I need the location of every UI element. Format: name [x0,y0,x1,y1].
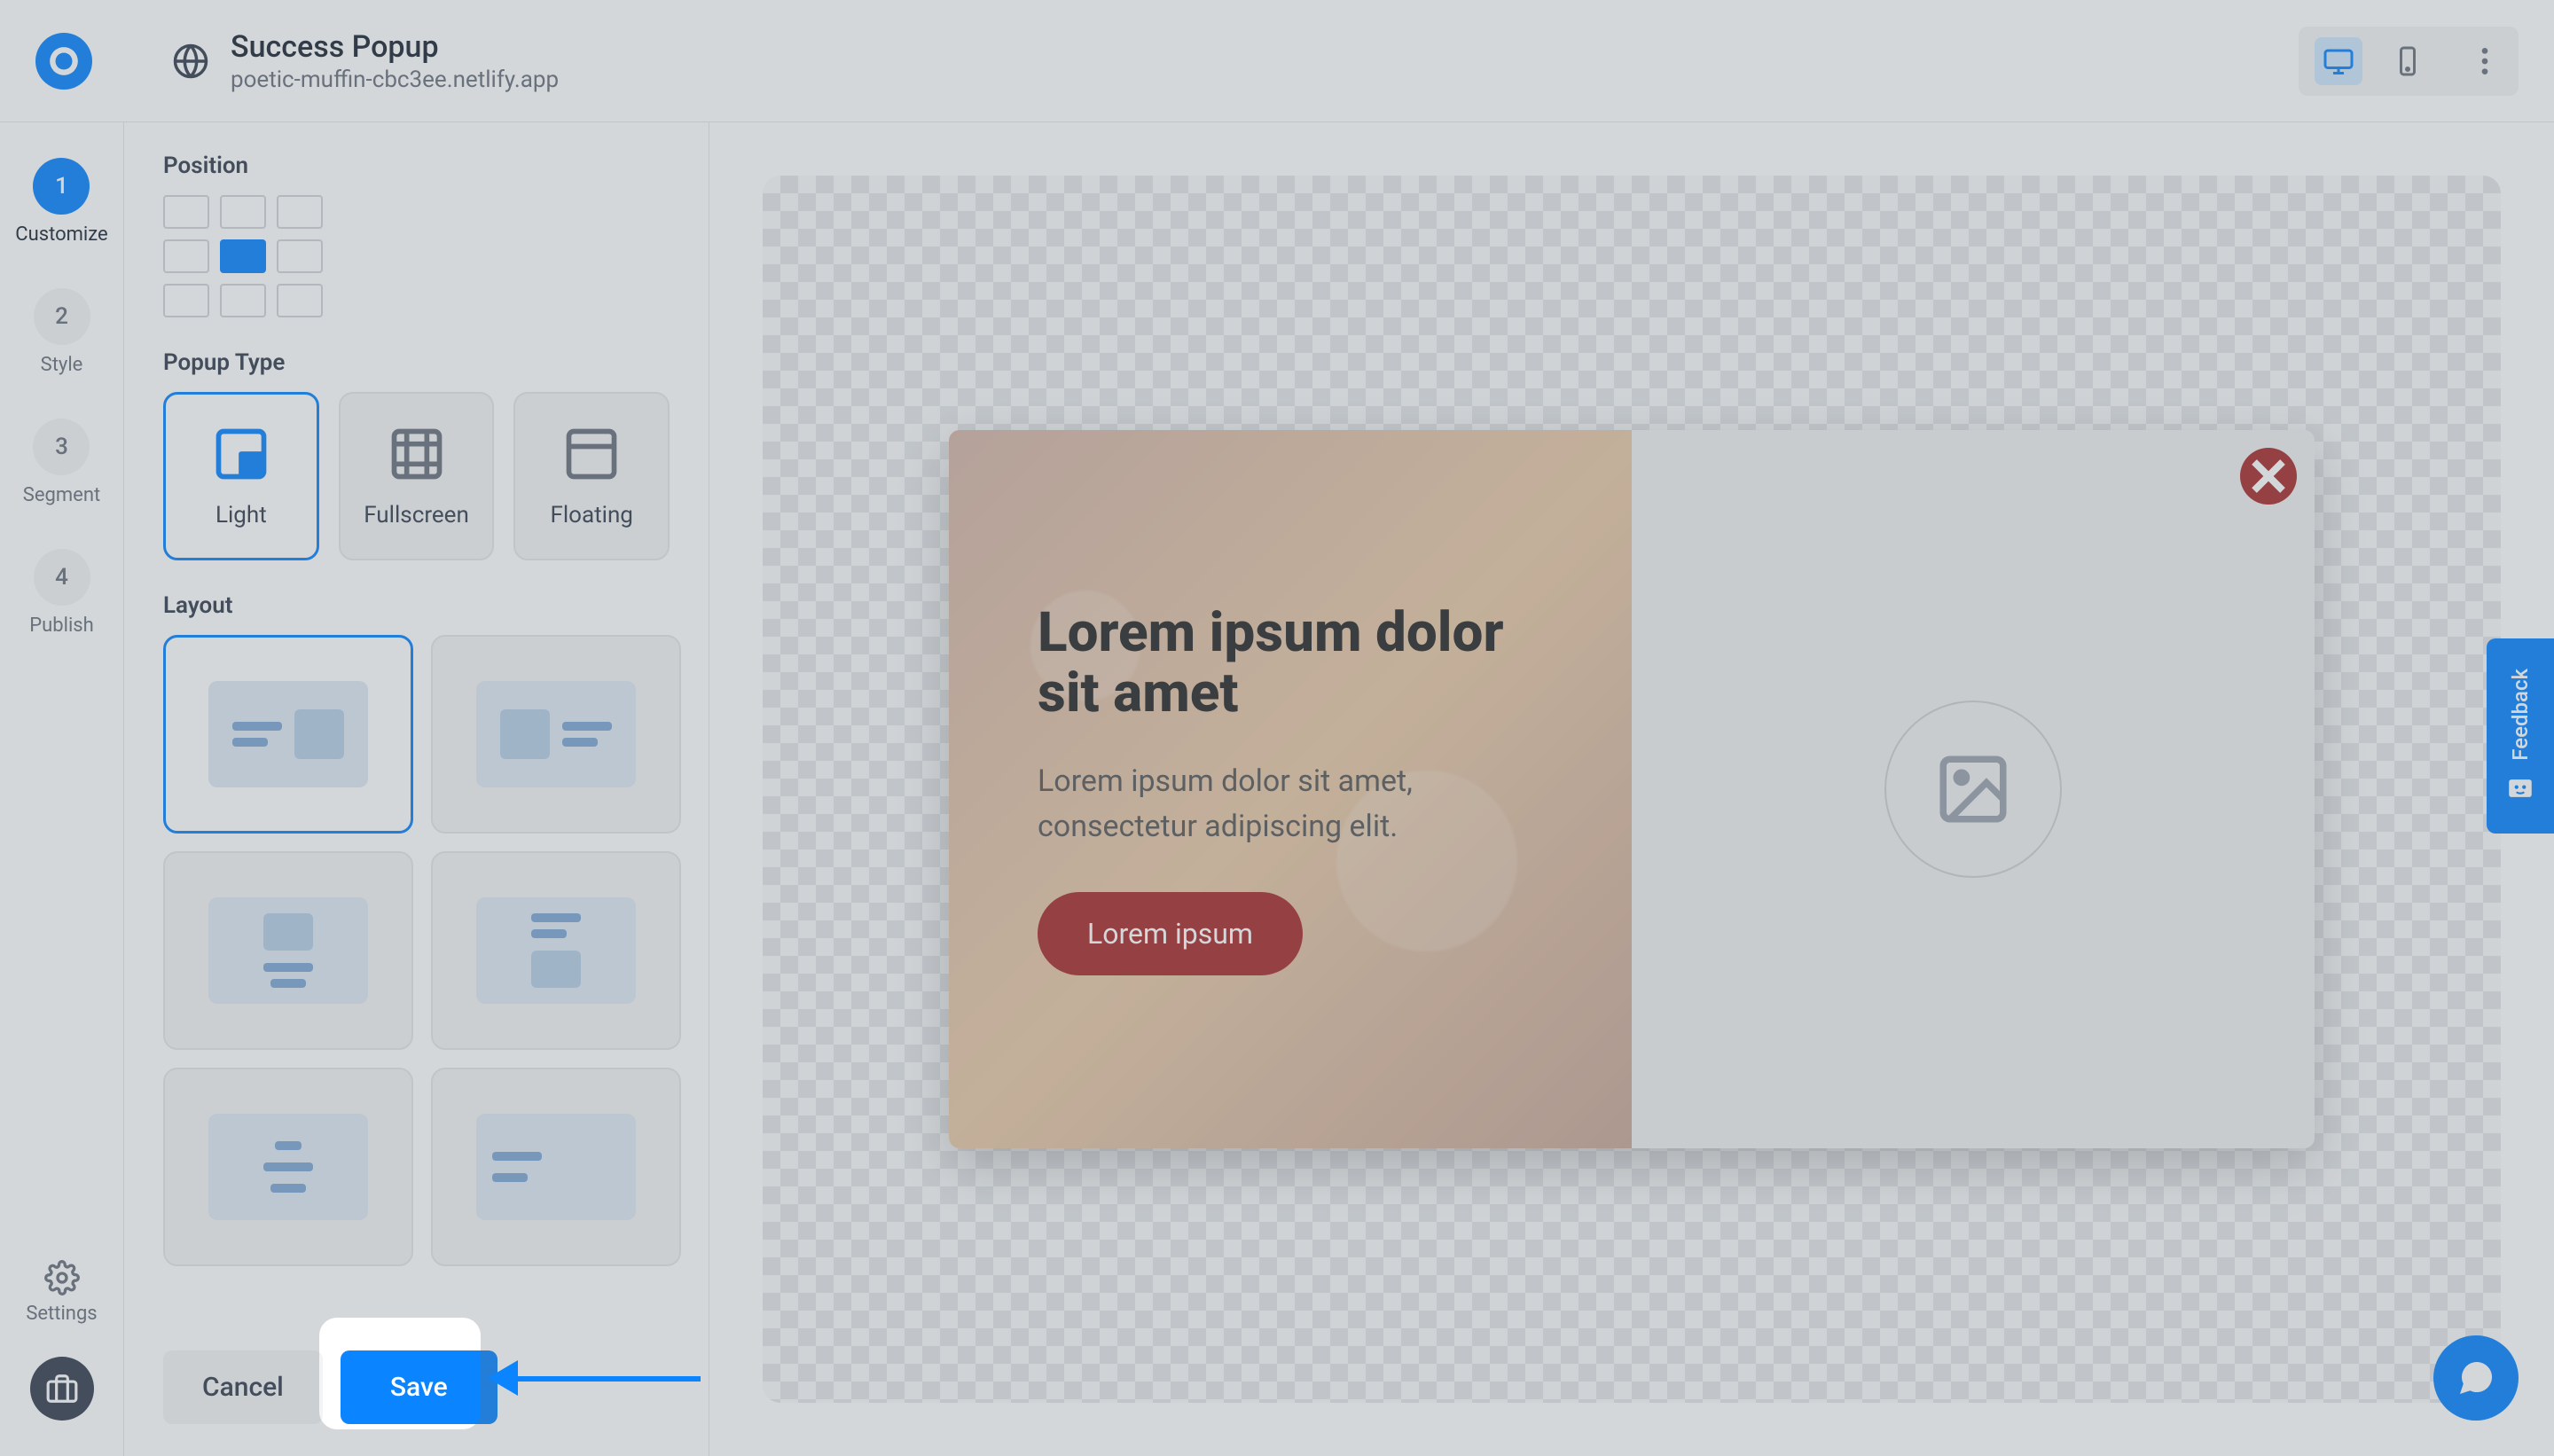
position-cell-bc[interactable] [220,284,266,317]
device-mobile-button[interactable] [2384,37,2432,85]
page-title: Success Popup [231,29,559,65]
header-titles: Success Popup poetic-muffin-cbc3ee.netli… [231,29,559,93]
feedback-tab[interactable]: Feedback [2487,638,2554,834]
step-label: Customize [15,223,107,246]
layout-preview-icon [208,681,368,787]
close-icon [2240,448,2297,505]
step-label: Segment [23,484,100,506]
preview-canvas: Lorem ipsum dolor sit amet Lorem ipsum d… [709,122,2554,1456]
step-style[interactable]: 2 Style [34,288,90,376]
layout-option-4[interactable] [431,851,681,1050]
briefcase-icon [45,1372,79,1405]
cancel-button[interactable]: Cancel [163,1350,323,1424]
fullscreen-type-icon [387,424,447,484]
popup-type-floating[interactable]: Floating [513,392,670,560]
layout-grid [163,635,670,1266]
popup-type-light[interactable]: Light [163,392,319,560]
layout-option-6[interactable] [431,1068,681,1266]
position-cell-ml[interactable] [163,239,209,273]
popup-title: Lorem ipsum dolor sit amet [1038,603,1543,724]
page-subtitle: poetic-muffin-cbc3ee.netlify.app [231,67,559,93]
save-button[interactable]: Save [341,1350,497,1424]
logo-icon [47,44,81,78]
layout-preview-icon [476,681,636,787]
type-label: Light [215,502,267,528]
popup-type-section-label: Popup Type [163,349,670,376]
position-grid [163,195,670,317]
position-section-label: Position [163,153,670,179]
layout-preview-icon [208,1114,368,1220]
popup-cta-button[interactable]: Lorem ipsum [1038,892,1303,975]
layout-preview-icon [476,897,636,1004]
layout-option-2[interactable] [431,635,681,834]
left-rail: 1 Customize 2 Style 3 Segment 4 Publish … [0,122,124,1456]
layout-section-label: Layout [163,592,670,619]
settings-button[interactable]: Settings [26,1260,97,1325]
position-cell-bl[interactable] [163,284,209,317]
step-segment[interactable]: 3 Segment [23,419,100,506]
popup-close-button[interactable] [2240,448,2297,505]
layout-option-5[interactable] [163,1068,413,1266]
chat-icon [2455,1357,2497,1399]
mobile-icon [2392,45,2424,77]
config-sidebar: Position Popup Type Light Fullscreen Flo… [124,122,709,1456]
rail-bottom: Settings [26,1260,97,1456]
popup-right-panel [1632,430,2315,1148]
feedback-label: Feedback [2508,669,2533,761]
position-cell-tc[interactable] [220,195,266,229]
image-placeholder [1884,701,2062,878]
chat-bubble-button[interactable] [2433,1335,2519,1421]
device-toggle [2299,27,2519,96]
step-customize[interactable]: 1 Customize [15,158,107,246]
settings-label: Settings [26,1303,97,1325]
sidebar-footer: Cancel Save [124,1319,691,1456]
light-type-icon [211,424,271,484]
layout-option-1[interactable] [163,635,413,834]
briefcase-button[interactable] [30,1357,94,1421]
top-header: Success Popup poetic-muffin-cbc3ee.netli… [0,0,2554,122]
step-number: 4 [34,549,90,606]
popup-left-panel: Lorem ipsum dolor sit amet Lorem ipsum d… [949,430,1632,1148]
position-cell-mr[interactable] [277,239,323,273]
position-cell-br[interactable] [277,284,323,317]
popup-type-row: Light Fullscreen Floating [163,392,670,560]
step-number: 3 [33,419,90,475]
feedback-icon [2505,773,2535,803]
step-label: Style [41,354,83,376]
step-label: Publish [29,614,94,637]
position-cell-tl[interactable] [163,195,209,229]
gear-icon [44,1260,80,1296]
popup-type-fullscreen[interactable]: Fullscreen [339,392,495,560]
image-icon [1933,749,2013,829]
app-logo[interactable] [35,33,92,90]
layout-preview-icon [208,897,368,1004]
position-cell-mc[interactable] [220,239,266,273]
layout-preview-icon [476,1114,636,1220]
type-label: Fullscreen [364,502,469,528]
desktop-icon [2323,45,2354,77]
globe-icon [172,43,209,80]
preview-frame: Lorem ipsum dolor sit amet Lorem ipsum d… [763,176,2501,1403]
step-number: 2 [34,288,90,345]
tutorial-arrow [497,1369,701,1387]
more-vertical-icon [2467,43,2503,79]
step-number: 1 [33,158,90,215]
popup-preview: Lorem ipsum dolor sit amet Lorem ipsum d… [949,430,2315,1148]
floating-type-icon [561,424,622,484]
layout-option-3[interactable] [163,851,413,1050]
popup-body: Lorem ipsum dolor sit amet, consectetur … [1038,759,1543,849]
position-cell-tr[interactable] [277,195,323,229]
type-label: Floating [550,502,632,528]
more-menu-button[interactable] [2467,43,2503,79]
device-desktop-button[interactable] [2315,37,2362,85]
step-publish[interactable]: 4 Publish [29,549,94,637]
